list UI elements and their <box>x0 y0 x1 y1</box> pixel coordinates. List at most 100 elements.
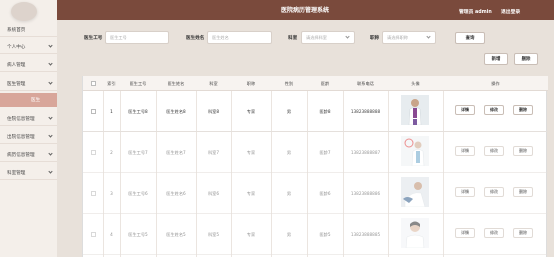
edit-button-label: 修改 <box>490 148 498 153</box>
detail-button[interactable]: 详情 <box>455 187 475 197</box>
detail-button[interactable]: 详情 <box>455 105 475 115</box>
detail-button-label: 详情 <box>461 107 469 112</box>
header-dept: 科室 <box>209 81 218 86</box>
table-row: 3 医生工号6 医生姓名6 科室6 专家 男 医龄6 13823888886 详… <box>83 173 548 214</box>
cell-doctor-no: 医生工号5 <box>128 232 148 237</box>
cell-gender: 男 <box>286 150 292 155</box>
avatar <box>11 2 37 21</box>
edit-button[interactable]: 修改 <box>484 228 504 238</box>
edit-button-label: 修改 <box>490 189 498 194</box>
doctor-table: 索引 医生工号 医生姓名 科室 职称 性别 医龄 联系电话 头像 操作 1 医生… <box>82 76 548 257</box>
cell-index: 3 <box>110 191 113 196</box>
delete-button-label: 删除 <box>519 189 527 194</box>
detail-button-label: 详情 <box>461 189 469 194</box>
cell-gender: 男 <box>286 191 292 196</box>
cell-years: 医龄5 <box>319 232 331 237</box>
delete-button[interactable]: 删除 <box>513 228 533 238</box>
sidebar-item-profile[interactable]: 个人中心 <box>0 40 57 54</box>
chevron-down-icon <box>345 34 350 39</box>
sidebar-item-records[interactable]: 病历信息管理 <box>0 148 57 162</box>
cell-doctor-no: 医生工号7 <box>128 150 148 155</box>
doctor-no-placeholder: 医生工号 <box>110 34 127 40</box>
sidebar-item-patients[interactable]: 病人管理 <box>0 58 57 72</box>
chevron-down-icon <box>48 80 53 85</box>
doctor-photo <box>401 136 429 166</box>
row-checkbox[interactable] <box>91 191 96 196</box>
delete-button-label: 删除 <box>519 107 527 112</box>
sidebar-item-departments[interactable]: 科室管理 <box>0 166 57 180</box>
detail-button-label: 详情 <box>461 148 469 153</box>
edit-button-label: 修改 <box>490 107 498 112</box>
delete-button[interactable]: 删除 <box>513 146 533 156</box>
header-ops: 操作 <box>491 81 500 86</box>
delete-button[interactable]: 删除 <box>513 187 533 197</box>
search-button[interactable]: 查询 <box>455 32 485 44</box>
search-button-label: 查询 <box>465 36 475 41</box>
dept-placeholder: 请选择科室 <box>306 34 327 40</box>
cell-years: 医龄8 <box>319 109 331 114</box>
cell-index: 1 <box>110 109 113 114</box>
batch-delete-button[interactable]: 删除 <box>514 53 538 65</box>
add-button-label: 新增 <box>491 57 501 62</box>
sidebar-item-label: 医生管理 <box>7 81 26 87</box>
sidebar-item-label: 医生 <box>31 98 41 103</box>
sidebar-item-label: 病历信息管理 <box>7 152 35 158</box>
cell-phone: 13823888888 <box>350 109 381 114</box>
row-checkbox[interactable] <box>91 150 96 155</box>
chevron-down-icon <box>48 151 53 156</box>
row-checkbox[interactable] <box>91 109 96 114</box>
table-row: 1 医生工号8 医生姓名8 科室8 专家 男 医龄8 13823888888 详… <box>83 91 548 132</box>
cell-years: 医龄7 <box>319 150 331 155</box>
cell-title: 专家 <box>246 150 256 155</box>
cell-dept: 科室5 <box>207 232 220 237</box>
detail-button[interactable]: 详情 <box>455 228 475 238</box>
cell-gender: 男 <box>286 232 292 237</box>
edit-button[interactable]: 修改 <box>484 105 504 115</box>
edit-button[interactable]: 修改 <box>484 146 504 156</box>
cell-doctor-name: 医生姓名6 <box>166 191 186 196</box>
sidebar-item-doctors[interactable]: 医生管理 <box>0 77 57 91</box>
title-label: 职称 <box>370 36 380 41</box>
title-select[interactable]: 请选择职称 <box>382 31 436 44</box>
header-years: 医龄 <box>320 81 330 86</box>
cell-index: 4 <box>110 232 113 237</box>
cell-index: 2 <box>110 150 113 155</box>
detail-button[interactable]: 详情 <box>455 146 475 156</box>
chevron-down-icon <box>48 133 53 138</box>
sidebar-item-label: 科室管理 <box>7 170 26 176</box>
chevron-down-icon <box>426 34 431 39</box>
detail-button-label: 详情 <box>461 230 469 235</box>
select-all-checkbox[interactable] <box>91 81 96 86</box>
cell-phone: 13823888885 <box>350 232 381 237</box>
sidebar-item-inpatient[interactable]: 住院信息管理 <box>0 112 57 126</box>
sidebar-item-discharge[interactable]: 出院信息管理 <box>0 130 57 144</box>
doctor-name-input[interactable]: 医生姓名 <box>207 31 272 44</box>
edit-button-label: 修改 <box>490 230 498 235</box>
row-checkbox[interactable] <box>91 232 96 237</box>
doctor-no-input[interactable]: 医生工号 <box>105 31 169 44</box>
cell-dept: 科室8 <box>207 109 220 114</box>
dept-label: 科室 <box>288 36 298 41</box>
cell-phone: 13823888886 <box>350 191 381 196</box>
sidebar-item-label: 出院信息管理 <box>7 134 35 140</box>
sidebar: 系统首页 个人中心 病人管理 医生管理 医生 住院信息管理 出院信息管理 病历信… <box>0 0 57 257</box>
header-avatar: 头像 <box>411 81 420 86</box>
table-row: 4 医生工号5 医生姓名5 科室5 专家 男 医龄5 13823888885 详… <box>83 214 548 255</box>
delete-button[interactable]: 删除 <box>513 105 533 115</box>
table-row: 2 医生工号7 医生姓名7 科室7 专家 男 医龄7 13823888887 详… <box>83 132 548 173</box>
header-title: 职称 <box>246 81 256 86</box>
sidebar-item-doctor-active[interactable]: 医生 <box>0 93 57 107</box>
sidebar-item-label: 个人中心 <box>7 44 26 50</box>
add-button[interactable]: 新增 <box>484 53 508 65</box>
logout-link[interactable]: 退出登录 <box>501 8 520 15</box>
sidebar-item-home[interactable]: 系统首页 <box>0 23 57 37</box>
sidebar-item-label: 系统首页 <box>7 27 26 33</box>
cell-dept: 科室7 <box>207 150 220 155</box>
cell-doctor-name: 医生姓名7 <box>166 150 186 155</box>
dept-select[interactable]: 请选择科室 <box>301 31 355 44</box>
cell-title: 专家 <box>246 109 256 114</box>
header-phone: 联系电话 <box>357 81 374 86</box>
edit-button[interactable]: 修改 <box>484 187 504 197</box>
sidebar-item-label: 病人管理 <box>7 62 26 68</box>
cell-doctor-no: 医生工号6 <box>128 191 148 196</box>
